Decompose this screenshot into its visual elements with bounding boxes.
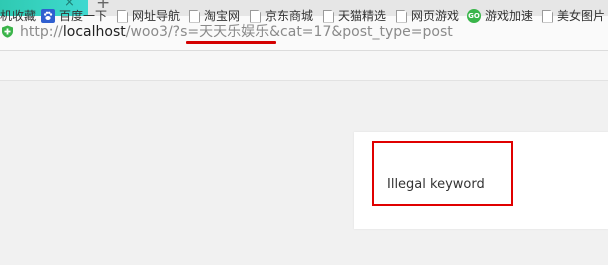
page-icon <box>189 9 200 23</box>
url-host: localhost <box>62 24 126 40</box>
bookmark-label: 机收藏 <box>0 9 37 23</box>
bookmark-item[interactable]: 机收藏 <box>0 9 36 23</box>
page-icon <box>117 9 128 23</box>
baidu-paw-icon <box>41 9 55 23</box>
bookmark-item[interactable]: 百度一下 <box>41 9 107 23</box>
bookmark-item[interactable]: 网址导航 <box>117 9 180 23</box>
page-icon <box>542 9 553 23</box>
bookmark-label: 美女图片 <box>557 9 606 23</box>
url-text[interactable]: http://localhost/woo3/?s=天天乐娱乐&cat=17&po… <box>20 24 453 41</box>
bookmark-label: 天猫精选 <box>338 9 387 23</box>
bookmark-item[interactable]: 淘宝网 <box>189 9 240 23</box>
page-icon <box>323 9 334 23</box>
bookmark-label: 网址导航 <box>132 9 181 23</box>
page-icon <box>396 9 407 23</box>
bookmark-item[interactable]: 网页游戏 <box>396 9 459 23</box>
bookmarks-bar <box>0 51 608 81</box>
bookmark-item[interactable]: 美女图片 <box>542 9 605 23</box>
bookmark-label: 京东商城 <box>265 9 314 23</box>
keyword-underline-annotation <box>186 41 276 44</box>
message-highlight-annotation <box>372 141 513 206</box>
bookmark-item[interactable]: 天猫精选 <box>323 9 386 23</box>
shield-icon <box>2 25 13 38</box>
bookmark-item[interactable]: 京东商城 <box>250 9 313 23</box>
game-icon: GO <box>467 9 481 23</box>
url-keyword-param: =天天乐娱乐 <box>187 24 270 40</box>
bookmark-label: 游戏加速 <box>485 9 534 23</box>
url-scheme: http:// <box>20 24 63 40</box>
bookmark-label: 网页游戏 <box>411 9 460 23</box>
bookmark-item[interactable]: GO 游戏加速 <box>467 9 533 23</box>
bookmark-label: 淘宝网 <box>204 9 241 23</box>
bookmark-label: 百度一下 <box>59 9 108 23</box>
url-path: /woo3/?s <box>125 24 188 40</box>
url-rest: &cat=17&post_type=post <box>269 24 453 40</box>
page-icon <box>250 9 261 23</box>
